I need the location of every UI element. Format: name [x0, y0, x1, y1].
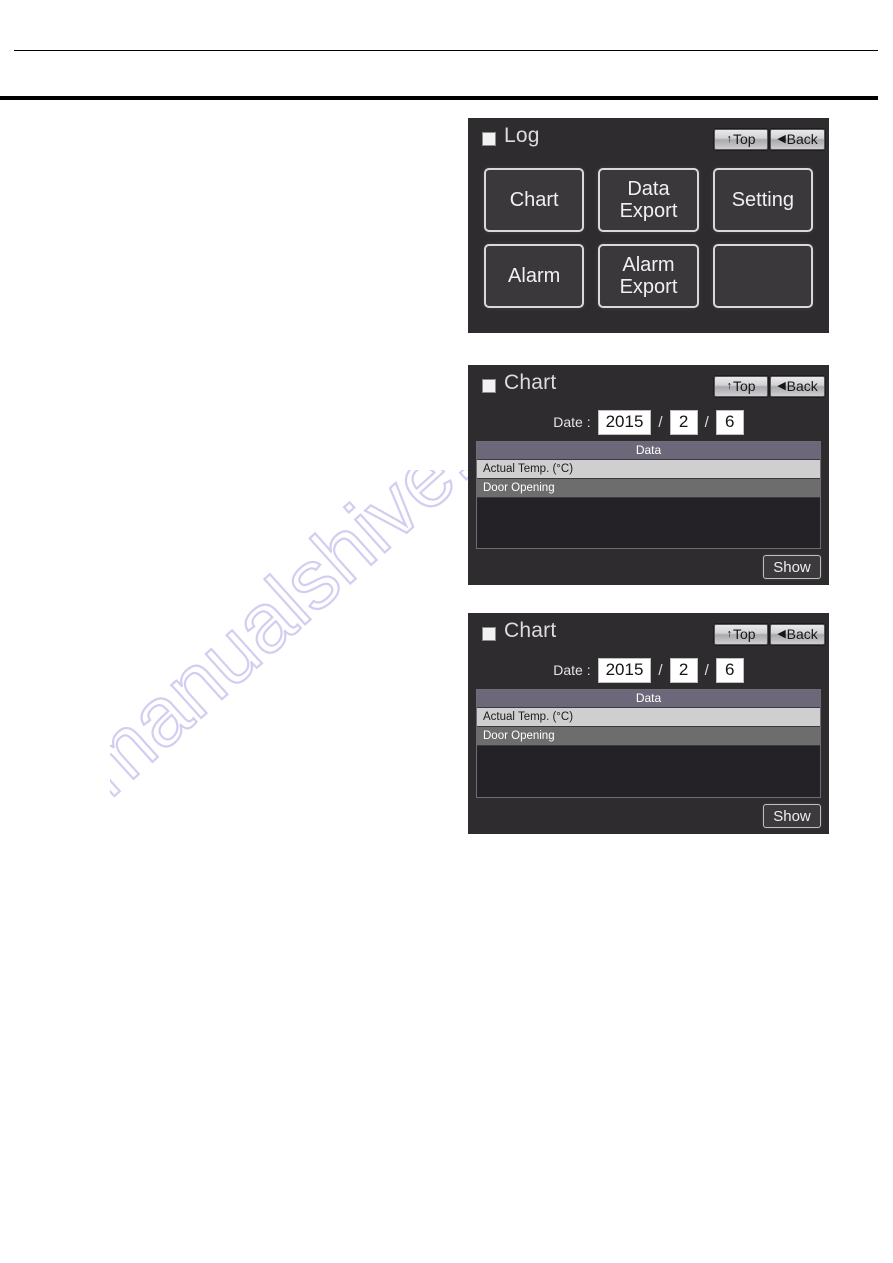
arrow-up-icon: ↑: [726, 379, 732, 392]
chart-panel-1-data-table: Data Actual Temp. (°C) Door Opening: [476, 441, 821, 549]
list-item[interactable]: Actual Temp. (°C): [477, 460, 820, 479]
chart-select-panel-1: Chart ↑ Top ◀ Back Date : 2015 / 2 / 6 D…: [468, 365, 829, 585]
date-separator-2: /: [704, 661, 709, 679]
date-separator-2: /: [704, 413, 709, 431]
back-button[interactable]: ◀ Back: [770, 129, 825, 150]
arrow-left-icon: ◀: [777, 379, 786, 392]
date-year-field[interactable]: 2015: [597, 409, 652, 435]
back-button[interactable]: ◀ Back: [770, 624, 825, 645]
chart-panel-1-title-row: Chart ↑ Top ◀ Back: [468, 365, 829, 407]
chart-panel-2-title-row: Chart ↑ Top ◀ Back: [468, 613, 829, 655]
header-rule-thick: [0, 96, 878, 100]
log-menu-row-2: Alarm Alarm Export: [484, 244, 813, 308]
date-year-field[interactable]: 2015: [597, 657, 652, 683]
alarm-export-button[interactable]: Alarm Export: [598, 244, 699, 308]
date-label: Date :: [553, 414, 591, 430]
top-button[interactable]: ↑ Top: [714, 624, 768, 645]
date-month-field[interactable]: 2: [669, 409, 698, 435]
show-button[interactable]: Show: [763, 555, 821, 579]
back-button-label: Back: [786, 626, 818, 642]
back-button-label: Back: [786, 378, 818, 394]
setting-button[interactable]: Setting: [712, 168, 813, 232]
filled-square-icon: [482, 627, 496, 641]
top-button[interactable]: ↑ Top: [714, 376, 768, 397]
list-item[interactable]: Door Opening: [477, 479, 820, 498]
header-rule-thin: [14, 50, 878, 51]
chart-button[interactable]: Chart: [484, 168, 585, 232]
top-button-label: Top: [732, 626, 756, 642]
top-button[interactable]: ↑ Top: [714, 129, 768, 150]
log-menu-grid: Chart Data Export Setting Alarm Alarm Ex…: [484, 168, 813, 320]
back-button-label: Back: [786, 131, 818, 147]
top-button-label: Top: [732, 378, 756, 394]
arrow-left-icon: ◀: [777, 132, 786, 145]
chart-panel-2-date-row: Date : 2015 / 2 / 6: [468, 655, 829, 685]
date-day-field[interactable]: 6: [715, 657, 744, 683]
arrow-left-icon: ◀: [777, 627, 786, 640]
data-column-header: Data: [477, 690, 820, 708]
chart-panel-1-date-row: Date : 2015 / 2 / 6: [468, 407, 829, 437]
date-separator-1: /: [658, 413, 663, 431]
log-menu-row-1: Chart Data Export Setting: [484, 168, 813, 232]
arrow-up-icon: ↑: [726, 132, 732, 145]
empty-slot-button[interactable]: [712, 244, 813, 308]
filled-square-icon: [482, 379, 496, 393]
date-day-field[interactable]: 6: [715, 409, 744, 435]
back-button[interactable]: ◀ Back: [770, 376, 825, 397]
chart-select-panel-2: Chart ↑ Top ◀ Back Date : 2015 / 2 / 6 D…: [468, 613, 829, 834]
chart-panel-1-title: Chart: [504, 371, 557, 394]
chart-panel-2-title: Chart: [504, 619, 557, 642]
log-panel-title: Log: [504, 124, 540, 147]
date-separator-1: /: [658, 661, 663, 679]
log-panel-title-row: Log ↑ Top ◀ Back: [468, 118, 829, 160]
log-menu-panel: Log ↑ Top ◀ Back Chart Data Export Setti…: [468, 118, 829, 333]
date-label: Date :: [553, 662, 591, 678]
top-button-label: Top: [732, 131, 756, 147]
filled-square-icon: [482, 132, 496, 146]
date-month-field[interactable]: 2: [669, 657, 698, 683]
arrow-up-icon: ↑: [726, 627, 732, 640]
show-button[interactable]: Show: [763, 804, 821, 828]
alarm-button[interactable]: Alarm: [484, 244, 585, 308]
chart-panel-2-data-table: Data Actual Temp. (°C) Door Opening: [476, 689, 821, 798]
list-item[interactable]: Door Opening: [477, 727, 820, 746]
data-column-header: Data: [477, 442, 820, 460]
data-export-button[interactable]: Data Export: [598, 168, 699, 232]
list-item[interactable]: Actual Temp. (°C): [477, 708, 820, 727]
